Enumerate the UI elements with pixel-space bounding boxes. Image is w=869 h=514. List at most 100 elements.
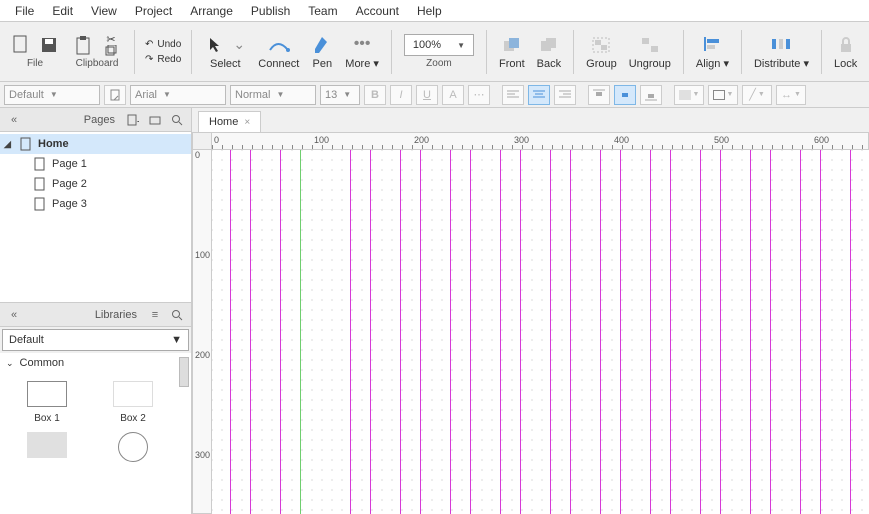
menu-project[interactable]: Project xyxy=(126,1,181,21)
menu-account[interactable]: Account xyxy=(347,1,408,21)
fill-color-button[interactable]: ▼ xyxy=(674,85,704,105)
page-item[interactable]: Page 3 xyxy=(0,194,191,214)
zoom-select[interactable]: 100%▼ xyxy=(404,34,474,56)
guide-line[interactable] xyxy=(280,150,281,514)
guide-line[interactable] xyxy=(770,150,771,514)
guide-line[interactable] xyxy=(450,150,451,514)
valign-middle-button[interactable] xyxy=(614,85,636,105)
guide-line[interactable] xyxy=(700,150,701,514)
guide-line[interactable] xyxy=(230,150,231,514)
guide-line[interactable] xyxy=(600,150,601,514)
style-select[interactable]: Default▼ xyxy=(4,85,100,105)
guide-line[interactable] xyxy=(650,150,651,514)
add-folder-icon[interactable] xyxy=(147,112,163,128)
underline-button[interactable]: U xyxy=(416,85,438,105)
shape-circle[interactable] xyxy=(94,432,172,462)
search-icon[interactable] xyxy=(169,307,185,323)
menu-arrange[interactable]: Arrange xyxy=(181,1,242,21)
align-left-button[interactable] xyxy=(502,85,524,105)
expand-icon[interactable]: ◢ xyxy=(4,139,14,150)
add-page-icon[interactable]: + xyxy=(125,112,141,128)
guide-line[interactable] xyxy=(470,150,471,514)
tab-home[interactable]: Home× xyxy=(198,111,261,132)
pen-tool[interactable]: Pen xyxy=(307,32,337,72)
more-text-button[interactable]: ⋯ xyxy=(468,85,490,105)
menu-help[interactable]: Help xyxy=(408,1,451,21)
close-icon[interactable]: × xyxy=(244,117,250,128)
text-color-button[interactable]: A xyxy=(442,85,464,105)
page-item-home[interactable]: ◢ Home xyxy=(0,134,191,154)
guide-line[interactable] xyxy=(370,150,371,514)
stroke-color-button[interactable]: ▼ xyxy=(708,85,738,105)
line-button[interactable]: ╱▼ xyxy=(742,85,772,105)
ungroup-button[interactable]: Ungroup xyxy=(625,32,675,72)
guide-line[interactable] xyxy=(720,150,721,514)
collapse-icon[interactable]: « xyxy=(6,307,22,323)
lock-button[interactable]: Lock xyxy=(830,32,861,72)
guide-line[interactable] xyxy=(500,150,501,514)
shape-rect-fill[interactable] xyxy=(8,432,86,462)
guide-line[interactable] xyxy=(300,150,301,514)
menu-team[interactable]: Team xyxy=(299,1,346,21)
save-icon[interactable] xyxy=(38,34,60,56)
menu-icon[interactable]: ≡ xyxy=(147,307,163,323)
back-button[interactable]: Back xyxy=(533,32,565,72)
guide-line[interactable] xyxy=(750,150,751,514)
menu-edit[interactable]: Edit xyxy=(43,1,82,21)
valign-top-button[interactable] xyxy=(588,85,610,105)
bold-button[interactable]: B xyxy=(364,85,386,105)
arrows-button[interactable]: ↔▼ xyxy=(776,85,806,105)
undo-button[interactable]: ↶Undo xyxy=(143,38,183,51)
edit-style-button[interactable] xyxy=(104,85,126,105)
collapse-icon[interactable]: « xyxy=(6,112,22,128)
library-category[interactable]: ⌄Common xyxy=(0,353,191,373)
weight-select[interactable]: Normal▼ xyxy=(230,85,316,105)
more-tool[interactable]: •••More ▾ xyxy=(341,31,383,72)
align-right-button[interactable] xyxy=(554,85,576,105)
search-icon[interactable] xyxy=(169,112,185,128)
guide-line[interactable] xyxy=(550,150,551,514)
canvas[interactable] xyxy=(212,150,869,514)
copy-icon[interactable] xyxy=(100,46,122,56)
menu-file[interactable]: File xyxy=(6,1,43,21)
italic-button[interactable]: I xyxy=(390,85,412,105)
shape-box2[interactable]: Box 2 xyxy=(94,381,172,424)
new-file-icon[interactable] xyxy=(10,34,32,56)
menu-view[interactable]: View xyxy=(82,1,126,21)
shape-box1[interactable]: Box 1 xyxy=(8,381,86,424)
connect-tool[interactable]: Connect xyxy=(254,32,303,72)
font-select[interactable]: Arial▼ xyxy=(130,85,226,105)
guide-line[interactable] xyxy=(250,150,251,514)
group-button[interactable]: Group xyxy=(582,32,621,72)
select-tool[interactable]: ⌄ Select xyxy=(200,32,250,72)
paste-icon[interactable] xyxy=(72,34,94,56)
menu-publish[interactable]: Publish xyxy=(242,1,299,21)
scrollbar[interactable] xyxy=(179,357,189,387)
toolbar: File ✂ Clipboard ↶Undo ↷Redo ⌄ Select Co… xyxy=(0,22,869,82)
select-dropdown-icon[interactable]: ⌄ xyxy=(232,34,246,56)
guide-line[interactable] xyxy=(570,150,571,514)
guide-line[interactable] xyxy=(850,150,851,514)
align-center-button[interactable] xyxy=(528,85,550,105)
library-select[interactable]: Default▼ xyxy=(2,329,189,351)
guide-line[interactable] xyxy=(620,150,621,514)
guide-line[interactable] xyxy=(820,150,821,514)
guide-line[interactable] xyxy=(520,150,521,514)
align-button[interactable]: Align ▾ xyxy=(692,31,733,72)
page-item[interactable]: Page 1 xyxy=(0,154,191,174)
libraries-panel: « Libraries ≡ Default▼ ⌄Common Box 1 Box… xyxy=(0,302,191,514)
guide-line[interactable] xyxy=(800,150,801,514)
guide-line[interactable] xyxy=(670,150,671,514)
size-select[interactable]: 13▼ xyxy=(320,85,360,105)
page-item[interactable]: Page 2 xyxy=(0,174,191,194)
ruler-vertical[interactable]: 0100200300 xyxy=(192,150,212,514)
cut-icon[interactable]: ✂ xyxy=(100,34,122,44)
guide-line[interactable] xyxy=(400,150,401,514)
redo-button[interactable]: ↷Redo xyxy=(143,53,183,66)
front-button[interactable]: Front xyxy=(495,32,529,72)
guide-line[interactable] xyxy=(350,150,351,514)
valign-bottom-button[interactable] xyxy=(640,85,662,105)
distribute-button[interactable]: Distribute ▾ xyxy=(750,31,813,72)
guide-line[interactable] xyxy=(420,150,421,514)
ruler-horizontal[interactable]: 0100200300400500600 xyxy=(212,132,869,150)
